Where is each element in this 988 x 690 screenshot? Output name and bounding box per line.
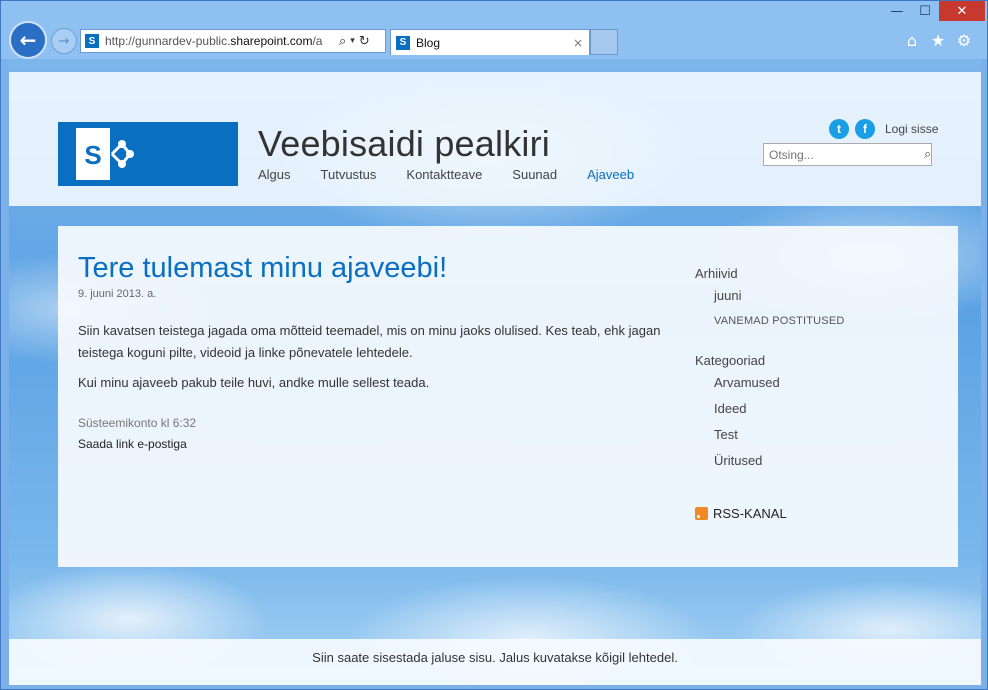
category-item[interactable]: Arvamused [714, 375, 945, 390]
post-title[interactable]: Tere tulemast minu ajaveebi! [78, 252, 447, 285]
minimize-button[interactable]: — [883, 1, 911, 21]
dropdown-icon[interactable]: ▾ [350, 36, 355, 46]
nav-item-suunad[interactable]: Suunad [512, 167, 557, 182]
archive-item[interactable]: juuni [714, 288, 945, 303]
category-item[interactable]: Test [714, 427, 945, 442]
sidebar: Arhiivid juuni VANEMAD POSTITUSED Katego… [695, 266, 945, 468]
older-posts-link[interactable]: VANEMAD POSTITUSED [714, 315, 945, 327]
site-search: ⌕ [763, 143, 932, 166]
rss-feed-link[interactable]: RSS-KANAL [695, 506, 787, 521]
facebook-icon[interactable]: f [855, 119, 875, 139]
url-text[interactable]: http://gunnardev-public.sharepoint.com/a [105, 34, 335, 48]
nav-item-tutvustus[interactable]: Tutvustus [321, 167, 377, 182]
window-controls: — ☐ ✕ [883, 1, 985, 23]
close-window-button[interactable]: ✕ [939, 1, 985, 21]
search-icon[interactable]: ⌕ [924, 147, 931, 162]
maximize-button[interactable]: ☐ [911, 1, 939, 21]
new-tab-button[interactable] [590, 29, 618, 55]
post-paragraph: Kui minu ajaveeb pakub teile huvi, andke… [78, 375, 430, 390]
post-body: Siin kavatsen teistega jagada oma mõttei… [78, 320, 668, 402]
category-item[interactable]: Ideed [714, 401, 945, 416]
rss-label: RSS-KANAL [713, 506, 787, 521]
close-tab-icon[interactable]: × [573, 36, 583, 50]
nav-item-ajaveeb[interactable]: Ajaveeb [587, 167, 634, 182]
refresh-icon[interactable]: ↻ [359, 34, 370, 49]
tab-blog[interactable]: S Blog × [390, 29, 590, 55]
forward-button[interactable]: → [51, 28, 77, 54]
post-date: 9. juuni 2013. a. [78, 288, 157, 300]
categories-heading: Kategooriad [695, 353, 766, 368]
post-author-time: Süsteemikonto kl 6:32 [78, 416, 197, 430]
sharepoint-favicon-icon: S [396, 35, 410, 50]
address-bar[interactable]: S http://gunnardev-public.sharepoint.com… [80, 29, 386, 53]
arrow-right-icon: → [58, 33, 70, 49]
rss-icon [695, 507, 708, 520]
search-icon[interactable]: ⌕ [339, 34, 346, 49]
home-icon[interactable]: ⌂ [903, 31, 921, 50]
nav-item-kontaktteave[interactable]: Kontaktteave [406, 167, 482, 182]
settings-gear-icon[interactable]: ⚙ [955, 31, 973, 50]
twitter-icon[interactable]: t [829, 119, 849, 139]
arrow-left-icon: ← [19, 28, 37, 52]
page-footer: Siin saate sisestada jaluse sisu. Jalus … [9, 639, 981, 685]
search-input[interactable] [764, 147, 924, 162]
email-link[interactable]: Saada link e-postiga [78, 437, 187, 451]
nav-item-algus[interactable]: Algus [258, 167, 291, 182]
archives-heading: Arhiivid [695, 266, 738, 281]
top-navigation: Algus Tutvustus Kontaktteave Suunad Ajav… [258, 167, 664, 182]
content-card: Tere tulemast minu ajaveebi! 9. juuni 20… [58, 226, 958, 567]
sharepoint-favicon-icon: S [85, 34, 99, 48]
sharepoint-logo[interactable]: S [58, 122, 238, 186]
social-links: t f Logi sisse [829, 119, 938, 139]
favorites-star-icon[interactable]: ★ [929, 31, 947, 50]
site-title[interactable]: Veebisaidi pealkiri [258, 123, 550, 165]
browser-titlebar: — ☐ ✕ ← → S http://gunnardev-public.shar… [1, 1, 987, 59]
back-button[interactable]: ← [9, 21, 47, 59]
post-paragraph: Siin kavatsen teistega jagada oma mõttei… [78, 323, 661, 360]
tab-title: Blog [416, 35, 441, 50]
page-viewport: S Veebisaidi pealkiri Algus Tutvustus Ko… [9, 59, 981, 685]
sign-in-link[interactable]: Logi sisse [885, 122, 938, 136]
browser-window: — ☐ ✕ ← → S http://gunnardev-public.shar… [0, 0, 988, 690]
category-item[interactable]: Üritused [714, 453, 945, 468]
logo-network-icon [110, 140, 134, 168]
logo-letter: S [84, 140, 102, 170]
browser-tools: ⌂ ★ ⚙ [903, 31, 973, 50]
